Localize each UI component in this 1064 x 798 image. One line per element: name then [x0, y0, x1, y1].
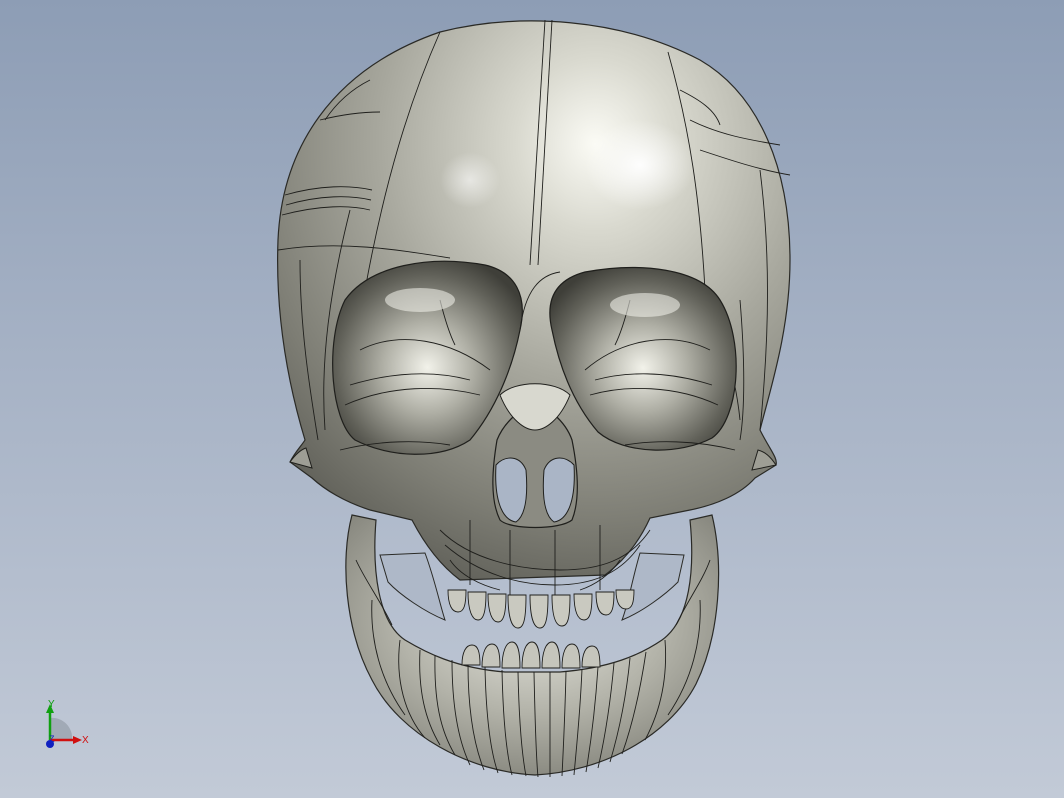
x-axis-head	[73, 736, 82, 744]
x-axis-label: X	[82, 735, 89, 746]
z-axis-label: Z	[49, 734, 55, 744]
nasal-cavity	[492, 383, 578, 529]
coordinate-triad: X Y Z	[38, 698, 102, 758]
skull-model[interactable]	[0, 0, 1064, 798]
graphics-viewport[interactable]: X Y Z	[0, 0, 1064, 798]
lower-teeth	[461, 641, 601, 669]
y-axis-label: Y	[48, 699, 55, 710]
upper-teeth	[447, 589, 635, 629]
